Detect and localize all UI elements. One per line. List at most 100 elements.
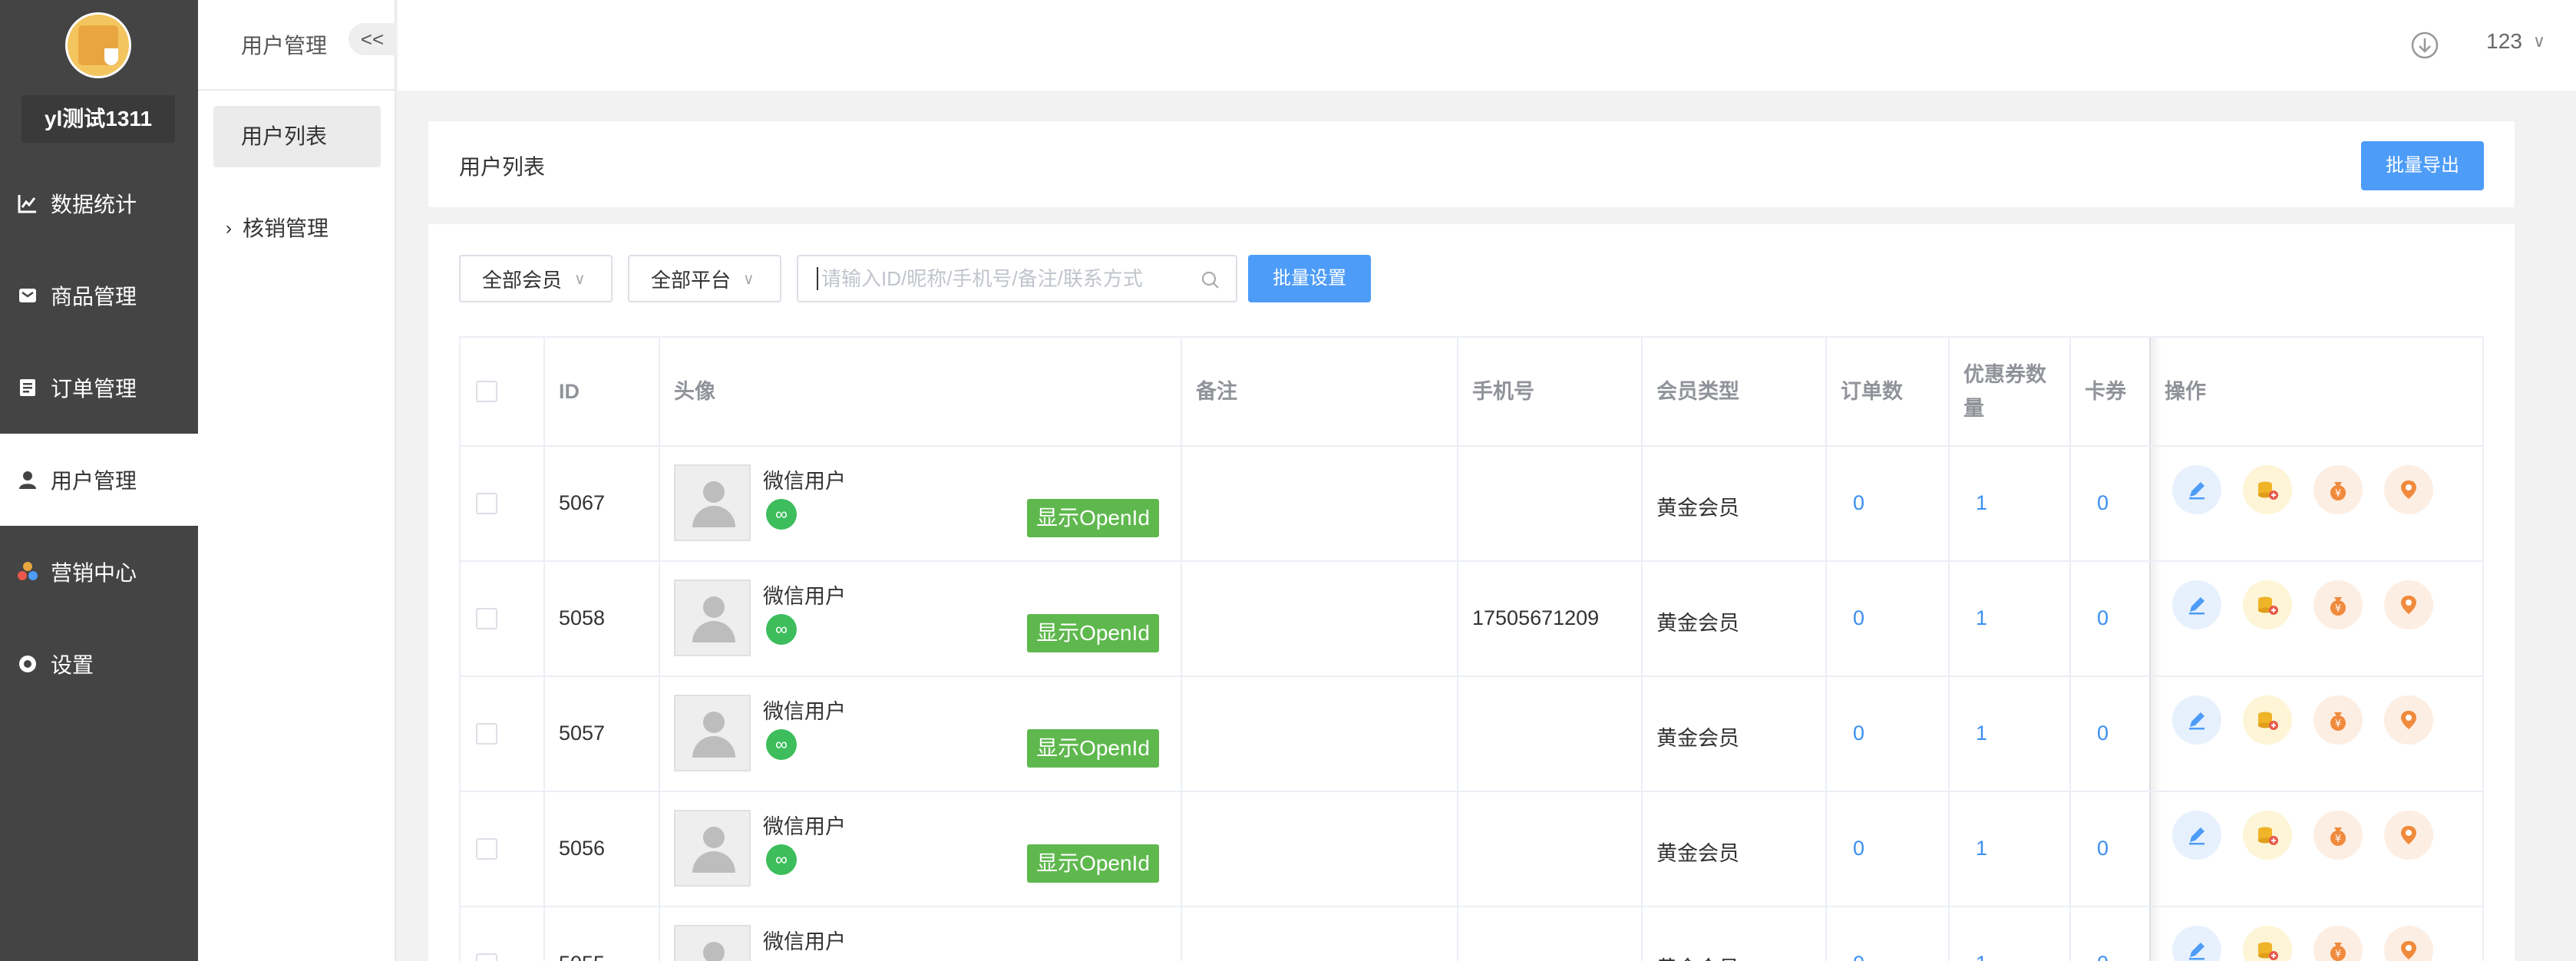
user-menu[interactable]: 123 ∨ xyxy=(2486,29,2545,54)
divider xyxy=(198,89,396,91)
column-divider xyxy=(1641,338,1643,961)
column-divider xyxy=(543,338,545,961)
subnav-item-user-list[interactable]: 用户列表 xyxy=(213,106,381,167)
edit-button[interactable] xyxy=(2172,811,2221,860)
batch-export-button[interactable]: 批量导出 xyxy=(2361,141,2484,190)
cell-orders-link[interactable]: 0 xyxy=(1853,722,1864,745)
subnav-title: 用户管理 xyxy=(241,34,328,58)
chevron-right-icon: › xyxy=(226,218,232,239)
sidebar-item-label: 营销中心 xyxy=(51,561,137,585)
platform-filter-select[interactable]: 全部平台 ∨ xyxy=(628,255,781,302)
row-checkbox[interactable] xyxy=(476,838,497,860)
add-coupon-button[interactable] xyxy=(2243,811,2292,860)
sidebar-item-statistics[interactable]: 数据统计 xyxy=(0,157,198,249)
balance-button[interactable]: ¥ xyxy=(2313,811,2363,860)
batch-settings-button[interactable]: 批量设置 xyxy=(1248,255,1371,302)
cell-cards-link[interactable]: 0 xyxy=(2097,606,2109,630)
sidebar-item-marketing[interactable]: 营销中心 xyxy=(0,526,198,618)
column-divider xyxy=(1181,338,1182,961)
edit-button[interactable] xyxy=(2172,926,2221,961)
show-openid-button[interactable]: 显示OpenId xyxy=(1027,844,1159,883)
add-coupon-button[interactable] xyxy=(2243,580,2292,629)
add-coupon-button[interactable] xyxy=(2243,926,2292,961)
balance-button[interactable]: ¥ xyxy=(2313,926,2363,961)
column-header-id[interactable]: ID xyxy=(559,338,580,445)
sidebar-item-users[interactable]: 用户管理 xyxy=(0,434,198,526)
member-filter-value: 全部会员 xyxy=(482,268,563,292)
balance-button[interactable]: ¥ xyxy=(2313,465,2363,514)
cell-cards-link[interactable]: 0 xyxy=(2097,722,2109,745)
edit-button[interactable] xyxy=(2172,465,2221,514)
product-icon xyxy=(17,285,38,306)
edit-icon xyxy=(2185,593,2208,616)
cell-id: 5058 xyxy=(559,606,606,629)
sidebar-item-label: 数据统计 xyxy=(51,193,137,216)
cell-coupons-link[interactable]: 1 xyxy=(1976,837,1987,860)
location-button[interactable] xyxy=(2384,695,2433,745)
location-button[interactable] xyxy=(2384,580,2433,629)
row-checkbox[interactable] xyxy=(476,953,497,961)
cell-cards-link[interactable]: 0 xyxy=(2097,952,2109,961)
cell-orders-link[interactable]: 0 xyxy=(1853,952,1864,961)
cell-id: 5067 xyxy=(559,491,606,514)
cell-id: 5056 xyxy=(559,837,606,860)
row-checkbox[interactable] xyxy=(476,723,497,745)
cell-coupons-link[interactable]: 1 xyxy=(1976,952,1987,961)
location-button[interactable] xyxy=(2384,465,2433,514)
cell-orders-link[interactable]: 0 xyxy=(1853,606,1864,630)
add-coupon-button[interactable] xyxy=(2243,465,2292,514)
money-bag-icon: ¥ xyxy=(2327,708,2350,731)
store-logo[interactable] xyxy=(65,12,131,78)
money-bag-icon: ¥ xyxy=(2327,593,2350,616)
edit-icon xyxy=(2185,708,2208,731)
coupon-add-icon xyxy=(2255,593,2280,617)
cell-member-type: 黄金会员 xyxy=(1656,612,1739,635)
edit-button[interactable] xyxy=(2172,695,2221,745)
sidebar-item-orders[interactable]: 订单管理 xyxy=(0,342,198,434)
edit-icon xyxy=(2185,478,2208,501)
cell-coupons-link[interactable]: 1 xyxy=(1976,606,1987,630)
column-header-cards: 卡券 xyxy=(2085,380,2126,403)
location-pin-icon xyxy=(2397,478,2420,501)
select-all-checkbox[interactable] xyxy=(476,381,497,402)
cell-coupons-link[interactable]: 1 xyxy=(1976,722,1987,745)
collapse-sidebar-button[interactable]: << xyxy=(348,23,396,55)
cell-id: 5055 xyxy=(559,952,605,961)
row-checkbox[interactable] xyxy=(476,493,497,514)
search-icon[interactable] xyxy=(1200,270,1220,290)
cell-nickname: 微信用户 xyxy=(763,815,846,838)
wechat-mini-program-icon: ∞ xyxy=(766,729,797,760)
cell-orders-link[interactable]: 0 xyxy=(1853,491,1864,515)
store-name: yl测试1311 xyxy=(21,95,175,143)
cell-cards-link[interactable]: 0 xyxy=(2097,837,2109,860)
coupon-add-icon xyxy=(2255,823,2280,847)
edit-button[interactable] xyxy=(2172,580,2221,629)
member-filter-select[interactable]: 全部会员 ∨ xyxy=(459,255,613,302)
location-button[interactable] xyxy=(2384,926,2433,961)
search-input[interactable] xyxy=(817,267,1200,290)
column-header-avatar: 头像 xyxy=(674,380,715,403)
column-divider xyxy=(1457,338,1458,961)
cell-cards-link[interactable]: 0 xyxy=(2097,491,2109,515)
balance-button[interactable]: ¥ xyxy=(2313,580,2363,629)
location-button[interactable] xyxy=(2384,811,2433,860)
show-openid-button[interactable]: 显示OpenId xyxy=(1027,729,1159,768)
user-table: ID 头像 备注 手机号 会员类型 订单数 优惠券数量 卡券 操作 5067 微… xyxy=(459,336,2484,961)
cell-coupons-link[interactable]: 1 xyxy=(1976,491,1987,515)
settings-icon xyxy=(17,653,38,675)
column-header-orders: 订单数 xyxy=(1841,380,1903,403)
svg-text:¥: ¥ xyxy=(2335,603,2341,615)
coupon-add-icon xyxy=(2255,708,2280,732)
cell-orders-link[interactable]: 0 xyxy=(1853,837,1864,860)
download-icon[interactable] xyxy=(2410,31,2439,60)
main-sidebar: yl测试1311 数据统计 商品管理 订单管理 用户管理 营销中心 设置 xyxy=(0,0,198,961)
order-icon xyxy=(17,377,38,398)
sidebar-item-products[interactable]: 商品管理 xyxy=(0,249,198,342)
balance-button[interactable]: ¥ xyxy=(2313,695,2363,745)
show-openid-button[interactable]: 显示OpenId xyxy=(1027,614,1159,652)
subnav-item-verification[interactable]: › 核销管理 xyxy=(213,198,381,259)
add-coupon-button[interactable] xyxy=(2243,695,2292,745)
sidebar-item-settings[interactable]: 设置 xyxy=(0,618,198,710)
show-openid-button[interactable]: 显示OpenId xyxy=(1027,499,1159,537)
row-checkbox[interactable] xyxy=(476,608,497,629)
